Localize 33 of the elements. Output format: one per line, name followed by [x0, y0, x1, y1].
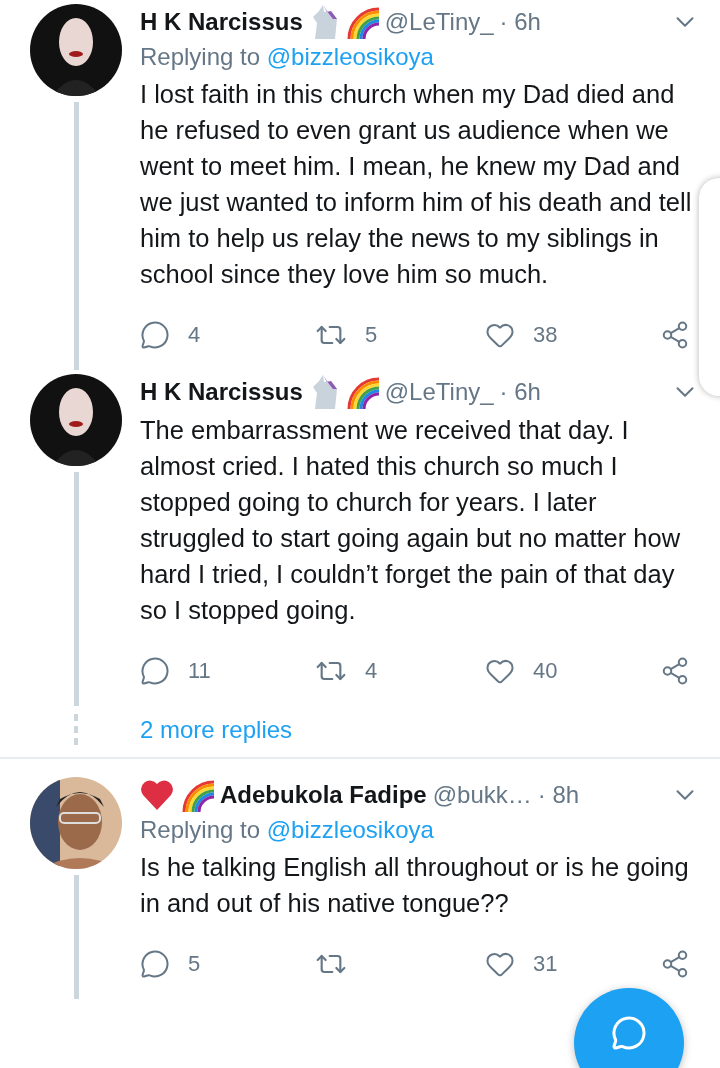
share-icon[interactable] [660, 656, 690, 686]
like-count: 40 [533, 658, 558, 684]
author-name[interactable]: H K Narcissus [140, 378, 303, 406]
author-handle: @LeTiny_ [384, 378, 494, 406]
tweet-text: The embarrassment we received that day. I almost cried. I hated this church so much I stopped going to church for years. I later struggled to start going again but no matter how hard I tried, I couldn’t forget the pain of that day so I stopped going. [140, 415, 682, 626]
dotted-line-icon [74, 714, 78, 745]
heart-icon [140, 779, 174, 811]
replying-to-text: Replying to @bizzleosikoya [140, 815, 435, 845]
reply-count: 11 [188, 658, 211, 684]
like-count: 31 [533, 951, 558, 977]
replying-to-text: Replying to @bizzleosikoya [140, 42, 435, 72]
like-count: 38 [533, 322, 558, 348]
timestamp: · 6h [499, 378, 541, 406]
reply-icon[interactable] [140, 320, 170, 350]
compose-reply-button[interactable] [574, 988, 684, 1068]
tweet-text: I lost faith in this church when my Dad died and he refused to even grant us audience when we went to meet him. I mean, he knew my Dad and we just wanted to inform him of his death and tell him to help us relay the news to my siblings in school since they love him so much. [140, 79, 693, 290]
author-name[interactable]: Adebukola Fadipe [220, 781, 427, 809]
share-icon[interactable] [660, 320, 690, 350]
reply-count: 4 [188, 322, 201, 348]
reply-count: 5 [188, 951, 201, 977]
reply-icon[interactable] [140, 949, 170, 979]
tweet-text: Is he talking English all throughout or is he going in and out of his native tongue?? [140, 852, 690, 919]
author-handle: @bukk… [432, 781, 532, 809]
author-handle: @LeTiny_ [384, 8, 494, 36]
retweet-count: 5 [365, 322, 378, 348]
rainbow-icon [180, 778, 214, 812]
timestamp: · 6h [499, 8, 541, 36]
reply-icon[interactable] [140, 656, 170, 686]
share-icon[interactable] [660, 949, 690, 979]
retweet-count: 4 [365, 658, 378, 684]
timestamp: · 8h [537, 781, 580, 809]
author-name[interactable]: H K Narcissus [140, 8, 303, 36]
reply-icon [611, 1015, 647, 1051]
